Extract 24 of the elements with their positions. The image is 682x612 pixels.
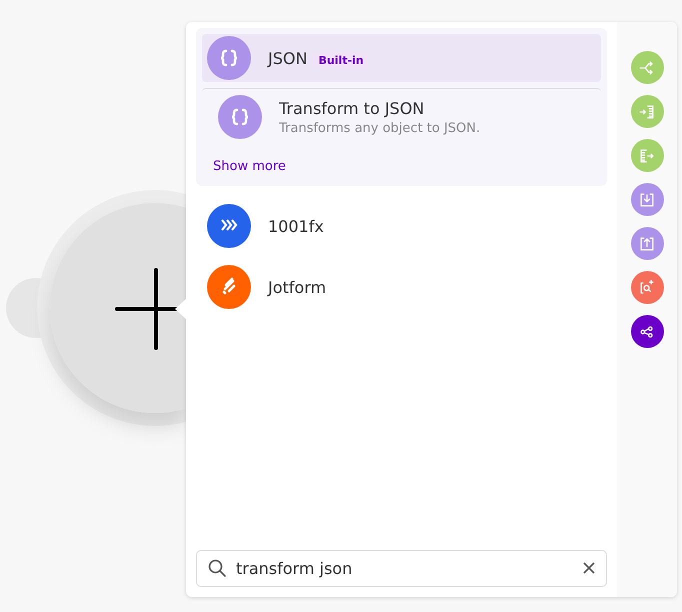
show-more-link[interactable]: Show more: [213, 159, 286, 174]
braces-icon: [207, 36, 251, 80]
search-icon: [207, 558, 227, 578]
item-title: JSON: [268, 48, 308, 68]
iterator-tool-button[interactable]: [630, 95, 664, 128]
add-module-node[interactable]: [37, 190, 186, 426]
router-tool-button[interactable]: [630, 51, 664, 84]
export-tool-button[interactable]: [630, 227, 664, 260]
app-item[interactable]: JSON Built-in: [202, 34, 601, 82]
item-title: Transform to JSON: [279, 98, 424, 118]
built-in-badge: Built-in: [313, 52, 369, 68]
app-logo-icon[interactable]: [207, 204, 251, 248]
clear-icon[interactable]: [582, 561, 596, 575]
app-name[interactable]: 1001fx: [268, 216, 324, 236]
import-tool-button[interactable]: [630, 183, 664, 216]
share-tool-button[interactable]: [630, 315, 664, 348]
app-name[interactable]: Jotform: [268, 278, 326, 296]
search-field[interactable]: transform json: [196, 550, 607, 587]
item-description: Transforms any object to JSON.: [279, 120, 480, 136]
aggregator-tool-button[interactable]: [630, 139, 664, 172]
module-item[interactable]: Transform to JSON Transforms any object to JSON.: [202, 88, 601, 145]
braces-icon: [218, 95, 262, 139]
app-logo-icon[interactable]: [207, 265, 251, 309]
search-tool-button[interactable]: [630, 271, 664, 304]
